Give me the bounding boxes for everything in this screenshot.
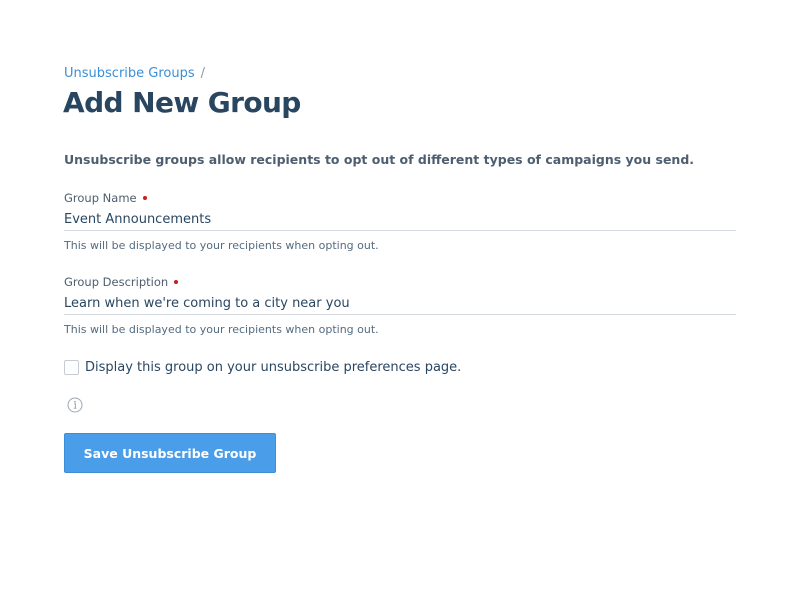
- required-indicator: [142, 196, 147, 200]
- group-name-label-text: Group Name: [64, 191, 137, 205]
- required-indicator: [174, 280, 179, 284]
- breadcrumb: Unsubscribe Groups /: [64, 66, 205, 82]
- group-name-label: Group Name: [64, 191, 736, 205]
- intro-text: Unsubscribe groups allow recipients to o…: [64, 152, 695, 167]
- group-description-input[interactable]: [64, 293, 736, 315]
- display-group-checkbox-label[interactable]: Display this group on your unsubscribe p…: [85, 360, 461, 375]
- group-description-field: Group Description This will be displayed…: [64, 275, 736, 337]
- display-group-checkbox[interactable]: [64, 359, 79, 375]
- breadcrumb-separator: /: [200, 66, 206, 81]
- group-name-help: This will be displayed to your recipient…: [64, 239, 379, 252]
- info-icon[interactable]: [67, 397, 83, 413]
- page: Unsubscribe Groups / Add New Group Unsubs…: [0, 0, 800, 600]
- group-name-input[interactable]: [64, 209, 736, 231]
- breadcrumb-link-unsubscribe-groups[interactable]: Unsubscribe Groups: [64, 66, 195, 81]
- save-unsubscribe-group-button[interactable]: Save Unsubscribe Group: [64, 433, 276, 473]
- display-group-checkbox-row[interactable]: Display this group on your unsubscribe p…: [64, 359, 461, 375]
- page-title: Add New Group: [63, 86, 301, 119]
- group-description-label: Group Description: [64, 275, 736, 289]
- group-description-help: This will be displayed to your recipient…: [64, 323, 379, 336]
- group-name-field: Group Name This will be displayed to you…: [64, 191, 736, 253]
- group-description-label-text: Group Description: [64, 275, 169, 289]
